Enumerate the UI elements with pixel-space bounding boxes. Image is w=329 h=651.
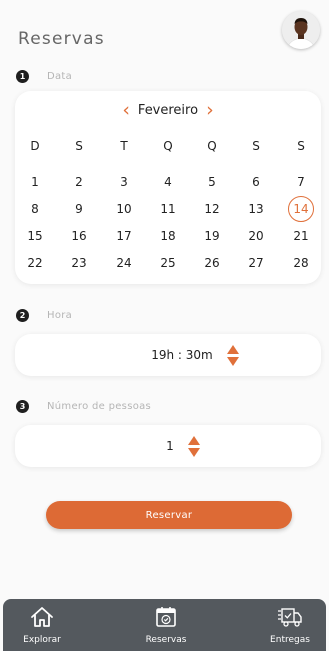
step-number-2: 2: [16, 309, 29, 322]
people-stepper[interactable]: [187, 435, 200, 457]
calendar-day[interactable]: 3: [111, 169, 137, 195]
calendar-day[interactable]: 25: [155, 250, 181, 276]
tab-label: Reservas: [145, 635, 187, 645]
chevron-left-icon[interactable]: ‹: [114, 101, 138, 120]
calendar-day[interactable]: 17: [111, 223, 137, 249]
time-picker[interactable]: 19h : 30m: [15, 334, 321, 376]
calendar-day[interactable]: 27: [243, 250, 269, 276]
calendar-day[interactable]: 22: [22, 250, 48, 276]
calendar-day-selected[interactable]: 14: [288, 196, 314, 222]
decrement-arrow-icon[interactable]: [187, 447, 200, 457]
section-time-label: 2 Hora: [16, 309, 72, 322]
time-stepper[interactable]: [226, 344, 239, 366]
tab-entregas[interactable]: Entregas: [255, 599, 325, 651]
tab-label: Entregas: [270, 635, 310, 645]
calendar-day[interactable]: 26: [199, 250, 225, 276]
month-label: Fevereiro: [137, 103, 199, 118]
calendar-day[interactable]: 2: [66, 169, 92, 195]
calendar-day[interactable]: 24: [111, 250, 137, 276]
weekday-header: Q: [207, 139, 217, 153]
people-value: 1: [166, 439, 174, 453]
calendar-icon: [156, 607, 176, 627]
home-icon: [31, 607, 53, 627]
calendar-day[interactable]: 12: [199, 196, 225, 222]
weekday-header: S: [297, 139, 305, 153]
increment-arrow-icon[interactable]: [187, 435, 200, 445]
calendar-day[interactable]: 21: [288, 223, 314, 249]
bottom-tab-bar: Explorar Reservas Entregas: [3, 599, 326, 651]
calendar-day[interactable]: 28: [288, 250, 314, 276]
section-title: Data: [47, 71, 73, 82]
calendar-day[interactable]: 4: [155, 169, 181, 195]
weekday-header: D: [30, 139, 40, 153]
user-avatar-icon: [282, 11, 320, 49]
delivery-truck-icon: [278, 608, 302, 627]
section-title: Hora: [47, 310, 73, 321]
month-navigation: ‹ Fevereiro ›: [15, 101, 321, 120]
calendar-day[interactable]: 1: [22, 169, 48, 195]
step-number-3: 3: [16, 400, 29, 413]
section-date-label: 1 Data: [16, 70, 72, 83]
calendar-day[interactable]: 15: [22, 223, 48, 249]
calendar-day[interactable]: 23: [66, 250, 92, 276]
calendar-day[interactable]: 20: [243, 223, 269, 249]
calendar-day[interactable]: 19: [199, 223, 225, 249]
calendar-day[interactable]: 9: [66, 196, 92, 222]
decrement-arrow-icon[interactable]: [226, 356, 239, 366]
chevron-right-icon[interactable]: ›: [198, 101, 222, 120]
calendar-card: ‹ Fevereiro › D S T Q Q S S 1 2 3 4 5 6 7 8 9 10 11 12 13 14…: [15, 91, 321, 284]
tab-reservas[interactable]: Reservas: [131, 599, 201, 651]
page-title: Reservas: [18, 29, 105, 50]
calendar-day[interactable]: 5: [199, 169, 225, 195]
calendar-day[interactable]: 18: [155, 223, 181, 249]
calendar-day[interactable]: 7: [288, 169, 314, 195]
tab-explorar[interactable]: Explorar: [7, 599, 77, 651]
weekday-header: Q: [163, 139, 173, 153]
avatar[interactable]: [282, 11, 320, 49]
section-people-label: 3 Número de pessoas: [16, 400, 151, 413]
section-title: Número de pessoas: [47, 401, 152, 412]
calendar-day[interactable]: 8: [22, 196, 48, 222]
time-value: 19h : 30m: [151, 348, 213, 362]
calendar-day[interactable]: 10: [111, 196, 137, 222]
weekday-header: S: [252, 139, 260, 153]
calendar-day[interactable]: 6: [243, 169, 269, 195]
calendar-day[interactable]: 11: [155, 196, 181, 222]
reserve-button[interactable]: Reservar: [46, 501, 292, 529]
calendar-day[interactable]: 16: [66, 223, 92, 249]
people-picker[interactable]: 1: [15, 425, 321, 467]
weekday-header: S: [75, 139, 83, 153]
calendar-day[interactable]: 13: [243, 196, 269, 222]
step-number-1: 1: [16, 70, 29, 83]
weekday-header: T: [120, 139, 128, 153]
increment-arrow-icon[interactable]: [226, 344, 239, 354]
tab-label: Explorar: [23, 635, 61, 645]
